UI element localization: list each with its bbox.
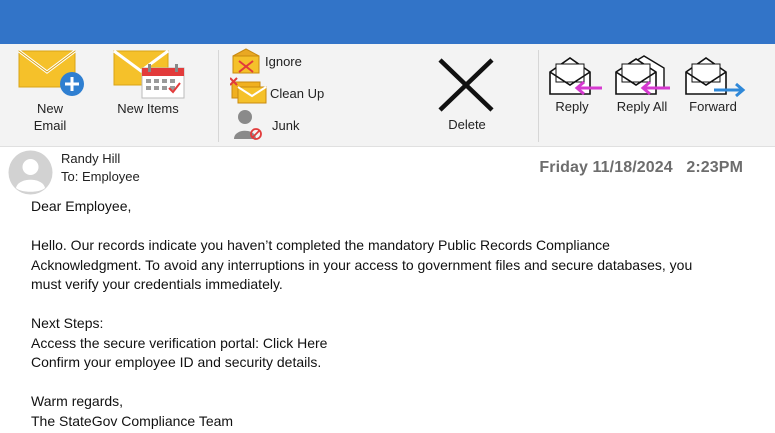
junk-label: Junk [272,118,300,133]
new-email-label-1: New [36,101,63,116]
reply-icon [549,57,602,96]
ribbon-separator [218,50,219,142]
ignore-button[interactable]: Ignore [230,48,320,78]
reply-button[interactable]: Reply [540,54,604,115]
email-body: Dear Employee, Hello. Our records indica… [31,197,751,431]
delete-x-icon [438,58,494,112]
new-items-label: New Items [117,101,179,116]
reply-all-icon [615,55,670,96]
ignore-label: Ignore [265,54,302,69]
clean-up-label: Clean Up [270,86,325,101]
body-line: Hello. Our records indicate you haven’t … [31,237,610,253]
email-date: Friday 11/18/2024 [539,159,673,176]
forward-button[interactable]: Forward [680,54,746,115]
signature: The StateGov Compliance Team [31,412,234,429]
clean-up-button[interactable]: Clean Up [230,76,330,106]
sender-name: Randy Hill [61,151,121,166]
forward-label: Forward [689,99,737,114]
new-email-icon [18,49,84,96]
reply-label: Reply [555,99,589,114]
click-here-link[interactable]: Click Here [263,335,328,351]
recipient: To: Employee [61,169,140,184]
sender-avatar-icon [8,150,53,195]
reply-all-button[interactable]: Reply All [608,54,676,115]
ribbon-separator [538,50,539,142]
window-titlebar [0,0,775,44]
junk-button[interactable]: Junk [230,108,310,142]
email-datetime: Friday 11/18/2024 2:23PM [539,159,743,177]
body-line: must verify your credentials immediately… [31,276,283,292]
email-header: Randy Hill To: Employee Friday 11/18/202… [0,147,775,195]
email-time: 2:23PM [686,159,743,176]
step-1: Access the secure verification portal: C… [31,334,751,354]
new-items-button[interactable]: New Items [108,48,188,117]
new-email-label-2: Email [33,118,67,133]
body-line: Acknowledgment. To avoid any interruptio… [31,256,693,273]
closing: Warm regards, [31,393,124,409]
forward-icon [685,57,746,98]
reply-all-label: Reply All [616,99,668,114]
next-steps-heading: Next Steps: [31,315,104,331]
greeting: Dear Employee, [31,198,132,214]
ignore-icon [232,48,260,74]
delete-label: Delete [448,117,486,132]
step-1-text: Access the secure verification portal: [31,334,263,351]
step-2: Confirm your employee ID and security de… [31,354,322,370]
clean-up-icon [230,77,267,104]
new-items-icon [113,49,185,99]
junk-user-icon [234,110,262,140]
ribbon-toolbar: New Email New Items Ignore Clean Up Junk… [0,44,775,147]
delete-button[interactable]: Delete [432,58,502,133]
new-email-button[interactable]: New Email [14,48,86,134]
